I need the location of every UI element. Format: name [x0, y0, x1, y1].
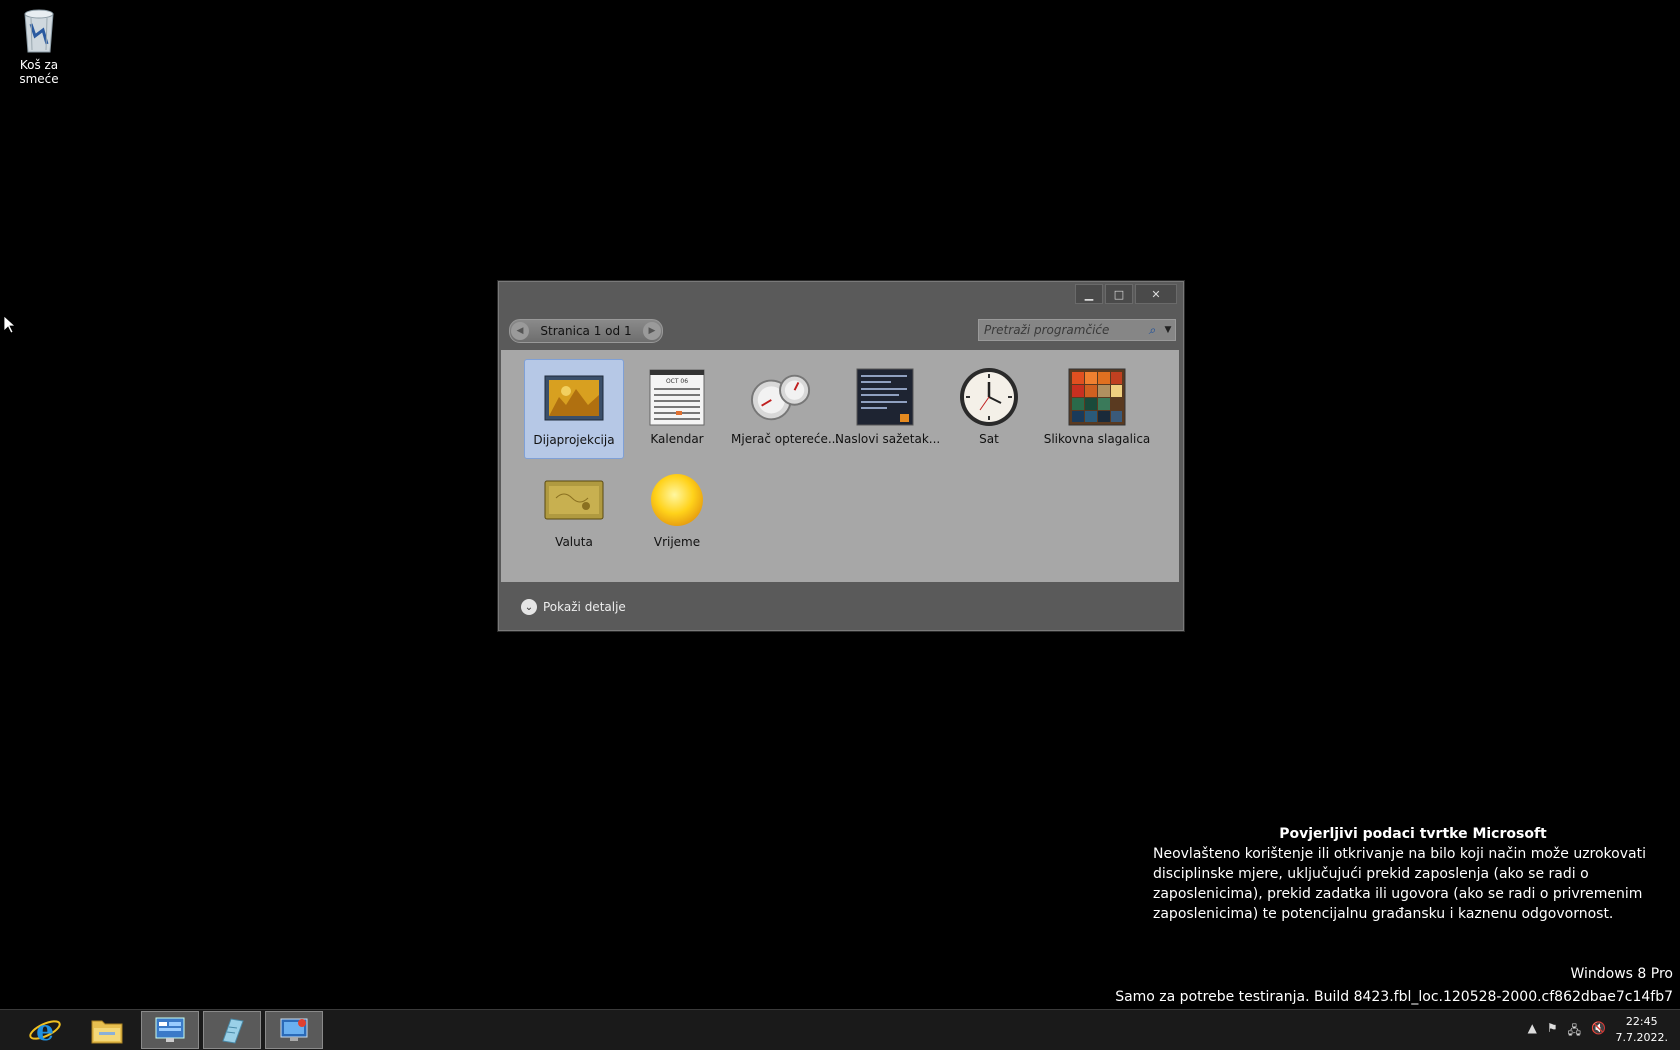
- chevron-down-icon[interactable]: ▼: [1161, 325, 1175, 335]
- windows-edition: Windows 8 Pro: [1570, 966, 1673, 982]
- gadget-label: Vrijeme: [653, 535, 701, 549]
- slideshow-icon: [543, 367, 605, 429]
- clock-time: 22:45: [1625, 1015, 1658, 1028]
- action-center-flag-icon[interactable]: ⚑: [1547, 1021, 1558, 1042]
- search-icon[interactable]: ⌕: [1143, 323, 1161, 338]
- gadget-tile-feed-headlines[interactable]: Naslovi sažetak...: [835, 359, 941, 459]
- build-string: Samo za potrebe testiranja. Build 8423.f…: [1115, 989, 1673, 1005]
- gadget-label: Naslovi sažetak...: [835, 432, 941, 446]
- tray-clock[interactable]: 22:45 7.7.2022.: [1616, 1014, 1668, 1046]
- gadget-tile-cpu-meter[interactable]: Mjerač optereće...: [731, 359, 840, 459]
- watermark-body: Neovlašteno korištenje ili otkrivanje na…: [1153, 846, 1646, 922]
- currency-icon: [543, 469, 605, 531]
- gadget-label: Dijaprojekcija: [533, 433, 615, 447]
- gadget-label: Mjerač optereće...: [731, 432, 840, 446]
- next-page-button[interactable]: ▶: [642, 322, 661, 340]
- search-input[interactable]: [979, 322, 1143, 338]
- gadget-label: Valuta: [555, 535, 593, 549]
- notepad-icon[interactable]: [203, 1011, 261, 1049]
- calendar-icon: OCT 06: [646, 366, 708, 428]
- cpu-meter-icon: [750, 366, 812, 428]
- gadget-label: Kalendar: [650, 432, 704, 446]
- mouse-cursor-icon: [3, 315, 17, 338]
- system-tray: ▲ ⚑ 🖧 🔇: [1528, 1021, 1606, 1042]
- internet-explorer-icon[interactable]: e: [16, 1011, 74, 1049]
- close-button[interactable]: ✕: [1135, 284, 1177, 304]
- gadget-label: Slikovna slagalica: [1043, 432, 1151, 446]
- gadget-tile-picture-puzzle[interactable]: Slikovna slagalica: [1042, 359, 1152, 459]
- remote-desktop-icon[interactable]: [265, 1011, 323, 1049]
- recycle-bin-label: Koš za smeće: [19, 58, 59, 86]
- page-label: Stranica 1 od 1: [540, 324, 632, 338]
- gadget-search: ⌕ ▼: [978, 319, 1176, 341]
- clock-icon: [958, 366, 1020, 428]
- watermark-title: Povjerljivi podaci tvrtke Microsoft: [1279, 826, 1547, 842]
- window-controls: ▁ □ ✕: [1075, 284, 1177, 304]
- gadget-tile-calendar[interactable]: OCT 06 Kalendar: [627, 359, 727, 459]
- maximize-button[interactable]: □: [1105, 284, 1133, 304]
- gadget-tile-slideshow[interactable]: Dijaprojekcija: [524, 359, 624, 459]
- show-details-toggle[interactable]: ⌄ Pokaži detalje: [521, 599, 626, 615]
- feed-headlines-icon: [854, 366, 916, 428]
- show-hidden-icons-icon[interactable]: ▲: [1528, 1021, 1537, 1042]
- gadget-gallery-window: ▁ □ ✕ ◀ Stranica 1 od 1 ▶ ⌕ ▼ Dijaprojek…: [498, 281, 1184, 631]
- volume-muted-icon[interactable]: 🔇: [1591, 1021, 1606, 1042]
- gallery-footer: ⌄ Pokaži detalje: [499, 586, 1183, 630]
- page-navigator: ◀ Stranica 1 od 1 ▶: [509, 319, 663, 343]
- confidential-watermark: Povjerljivi podaci tvrtke Microsoft Neov…: [1153, 824, 1673, 924]
- file-explorer-icon[interactable]: [78, 1011, 136, 1049]
- picture-puzzle-icon: [1066, 366, 1128, 428]
- clock-date: 7.7.2022.: [1615, 1031, 1668, 1044]
- calendar-month: OCT 06: [666, 378, 688, 385]
- recycle-bin[interactable]: Koš za smeće: [2, 6, 76, 86]
- minimize-button[interactable]: ▁: [1075, 284, 1103, 304]
- svg-text:e: e: [36, 1014, 54, 1047]
- gadget-label: Sat: [979, 432, 999, 446]
- chevron-down-icon: ⌄: [521, 599, 537, 615]
- recycle-bin-icon: [19, 6, 59, 54]
- weather-icon: [646, 469, 708, 531]
- show-details-label: Pokaži detalje: [543, 600, 626, 614]
- server-manager-icon[interactable]: [141, 1011, 199, 1049]
- gadget-grid: Dijaprojekcija OCT 06 Kalendar Mjerač op…: [501, 350, 1179, 582]
- gadget-tile-weather[interactable]: Vrijeme: [627, 462, 727, 562]
- taskbar: e ▲ ⚑ 🖧 🔇 22:45 7.7.2022.: [0, 1009, 1680, 1050]
- prev-page-button[interactable]: ◀: [511, 322, 529, 340]
- gadget-tile-clock[interactable]: Sat: [939, 359, 1039, 459]
- network-icon[interactable]: 🖧: [1568, 1021, 1581, 1042]
- gadget-tile-currency[interactable]: Valuta: [524, 462, 624, 562]
